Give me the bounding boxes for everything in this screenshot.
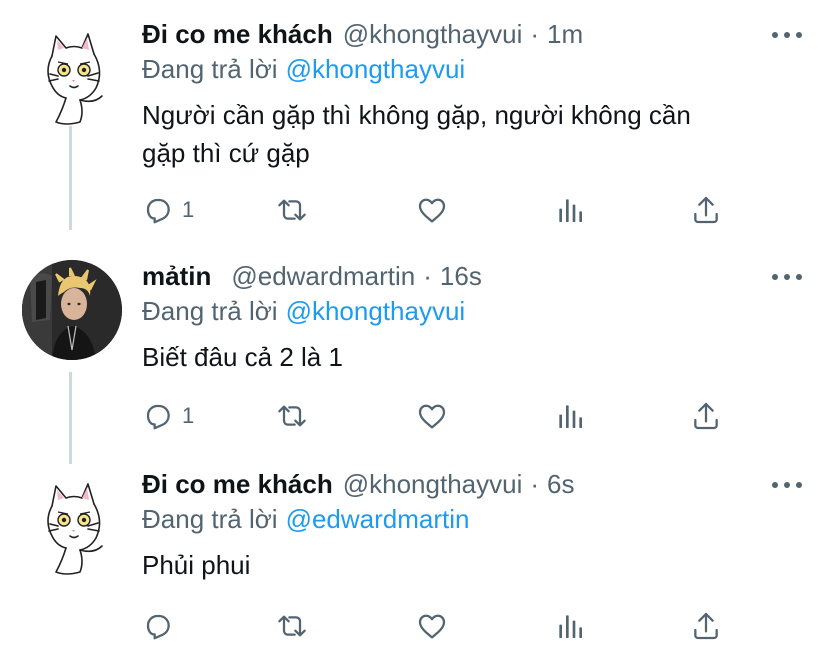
replying-to: Đang trả lời @khongthayvui [142,296,465,327]
tweet-header: Đi co me khách @khongthayvui · 1m [142,16,583,52]
analytics-icon [554,194,586,226]
share-button[interactable] [690,192,722,228]
replying-to-label: Đang trả lời [142,296,278,326]
like-icon [416,610,448,642]
like-button[interactable] [416,398,448,434]
share-icon [690,194,722,226]
share-icon [690,400,722,432]
share-button[interactable] [690,608,722,644]
display-name[interactable]: mảtin [142,261,211,292]
mention-link[interactable]: @edwardmartin [286,504,470,534]
cat-drawing-avatar-icon [22,26,122,126]
tweet-text-line: Người cần gặp thì không gặp, người không… [142,100,691,130]
more-icon[interactable] [772,30,802,40]
tweet[interactable]: Đi co me khách @khongthayvui · 6s Đang t… [0,466,828,655]
retweet-button[interactable] [276,192,308,228]
tweet-actions [142,608,742,644]
reply-count: 1 [182,403,195,428]
analytics-icon [554,400,586,432]
tweet-text-line: gặp thì cứ gặp [142,138,310,168]
replying-to: Đang trả lời @khongthayvui [142,54,465,85]
reply-button[interactable] [142,608,182,644]
retweet-button[interactable] [276,608,308,644]
person-photo-avatar-icon [22,260,122,360]
tweet-actions: 1 [142,398,742,434]
mention-link[interactable]: @khongthayvui [286,54,466,84]
tweet-text-line: Phủi phui [142,550,251,580]
tweet-actions: 1 [142,192,742,228]
cat-drawing-avatar-icon [22,476,122,576]
mention-link[interactable]: @khongthayvui [286,296,466,326]
retweet-button[interactable] [276,398,308,434]
reply-thread: Đi co me khách @khongthayvui · 1m Đang t… [0,0,828,655]
retweet-icon [276,610,308,642]
replying-to-label: Đang trả lời [142,54,278,84]
retweet-icon [276,400,308,432]
analytics-button[interactable] [554,398,586,434]
reply-count: 1 [182,197,195,222]
timestamp[interactable]: 16s [440,261,482,292]
more-icon[interactable] [772,480,802,490]
user-handle[interactable]: @khongthayvui [343,469,523,500]
avatar[interactable] [22,26,122,126]
timestamp[interactable]: 6s [547,469,574,500]
user-handle[interactable]: @edwardmartin [231,261,415,292]
like-icon [416,400,448,432]
reply-button[interactable]: 1 [142,398,194,434]
replying-to: Đang trả lời @edwardmartin [142,504,469,535]
tweet[interactable]: mảtin @edwardmartin · 16s Đang trả lời @k… [0,258,828,448]
tweet[interactable]: Đi co me khách @khongthayvui · 1m Đang t… [0,16,828,236]
tweet-text: Biết đâu cả 2 là 1 [142,338,782,376]
analytics-button[interactable] [554,192,586,228]
tweet-header: Đi co me khách @khongthayvui · 6s [142,466,575,502]
display-name[interactable]: Đi co me khách [142,19,333,50]
avatar[interactable] [22,260,122,360]
reply-icon [142,400,174,432]
display-name[interactable]: Đi co me khách [142,469,333,500]
tweet-text: Phủi phui [142,546,782,584]
tweet-header: mảtin @edwardmartin · 16s [142,258,482,294]
like-button[interactable] [416,608,448,644]
tweet-text-line: Biết đâu cả 2 là 1 [142,342,343,372]
analytics-icon [554,610,586,642]
timestamp[interactable]: 1m [547,19,583,50]
separator-dot: · [423,260,432,291]
analytics-button[interactable] [554,608,586,644]
share-icon [690,610,722,642]
like-icon [416,194,448,226]
tweet-text: Người cần gặp thì không gặp, người không… [142,96,782,172]
user-handle[interactable]: @khongthayvui [343,19,523,50]
replying-to-label: Đang trả lời [142,504,278,534]
reply-icon [142,610,174,642]
more-icon[interactable] [772,272,802,282]
like-button[interactable] [416,192,448,228]
reply-icon [142,194,174,226]
retweet-icon [276,194,308,226]
avatar[interactable] [22,476,122,576]
reply-button[interactable]: 1 [142,192,194,228]
share-button[interactable] [690,398,722,434]
separator-dot: · [530,468,540,499]
separator-dot: · [530,18,540,49]
